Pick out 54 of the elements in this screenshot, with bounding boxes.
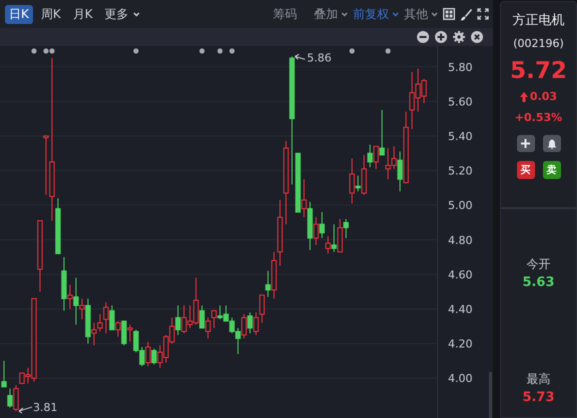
toolbar-menu[interactable]: 筹码 (273, 6, 297, 22)
price-axis-label: 4.00 (448, 372, 472, 386)
price-axis-label: 4.60 (448, 268, 472, 282)
price-axis-label: 5.60 (448, 95, 472, 108)
stat-label: 今开 (526, 256, 550, 273)
low-price-marker: 3.81 (33, 401, 58, 414)
zoom-out-icon[interactable] (417, 31, 429, 43)
current-price: 5.72 (510, 58, 567, 84)
event-marker-icon[interactable] (229, 48, 235, 54)
price-axis-label: 5.80 (448, 60, 472, 74)
arrow-up-icon (520, 92, 528, 102)
event-marker-icon[interactable] (199, 48, 205, 54)
toolbar-menu[interactable]: 其他 (404, 6, 438, 22)
add-watchlist-button[interactable] (516, 135, 534, 152)
price-change: 0.03 (530, 90, 558, 103)
price-axis-label: 5.20 (448, 164, 472, 178)
arrow-icon (294, 54, 306, 60)
event-marker-icon[interactable] (385, 48, 391, 54)
zoom-in-icon[interactable] (435, 31, 447, 43)
event-marker-icon[interactable] (217, 48, 223, 54)
arrow-icon (18, 406, 32, 414)
event-marker-icon[interactable] (31, 48, 37, 54)
period-tab[interactable]: 更多 (100, 4, 144, 24)
fullscreen-icon[interactable] (477, 8, 489, 20)
high-price-marker: 5.86 (307, 51, 332, 64)
toolbar-menu[interactable]: 前复权 (353, 6, 399, 22)
settings-icon[interactable] (453, 31, 465, 43)
stat-label: 最高 (526, 371, 550, 388)
price-axis-label: 4.40 (448, 303, 472, 316)
price-axis-label: 4.80 (448, 234, 472, 247)
plus-icon (521, 139, 530, 148)
event-marker-icon[interactable] (43, 48, 49, 54)
period-tab[interactable]: 月K (68, 4, 97, 24)
price-axis-label: 4.20 (448, 338, 472, 351)
change-percent: +0.53% (514, 111, 562, 124)
stat-value: 5.73 (522, 390, 555, 405)
stock-code: (002196) (513, 37, 564, 50)
grid-layout-icon[interactable] (443, 8, 455, 20)
close-icon[interactable] (471, 31, 483, 43)
alert-button[interactable] (542, 135, 560, 152)
stock-name: 方正电机 (512, 12, 564, 29)
buy-button[interactable]: 买 (516, 161, 534, 179)
price-axis-label: 5.00 (448, 199, 472, 212)
event-marker-icon[interactable] (133, 48, 139, 54)
price-axis-label: 5.40 (448, 130, 472, 143)
event-marker-icon[interactable] (349, 48, 355, 54)
event-marker-icon[interactable] (49, 48, 55, 54)
brush-icon[interactable] (460, 8, 472, 20)
period-tab[interactable]: 周K (36, 4, 65, 24)
period-tab[interactable]: 日K (5, 4, 33, 24)
stat-value: 5.63 (522, 275, 555, 290)
toolbar-menu[interactable]: 叠加 (314, 6, 348, 22)
sell-button[interactable]: 卖 (542, 161, 560, 179)
bell-icon (546, 138, 556, 148)
